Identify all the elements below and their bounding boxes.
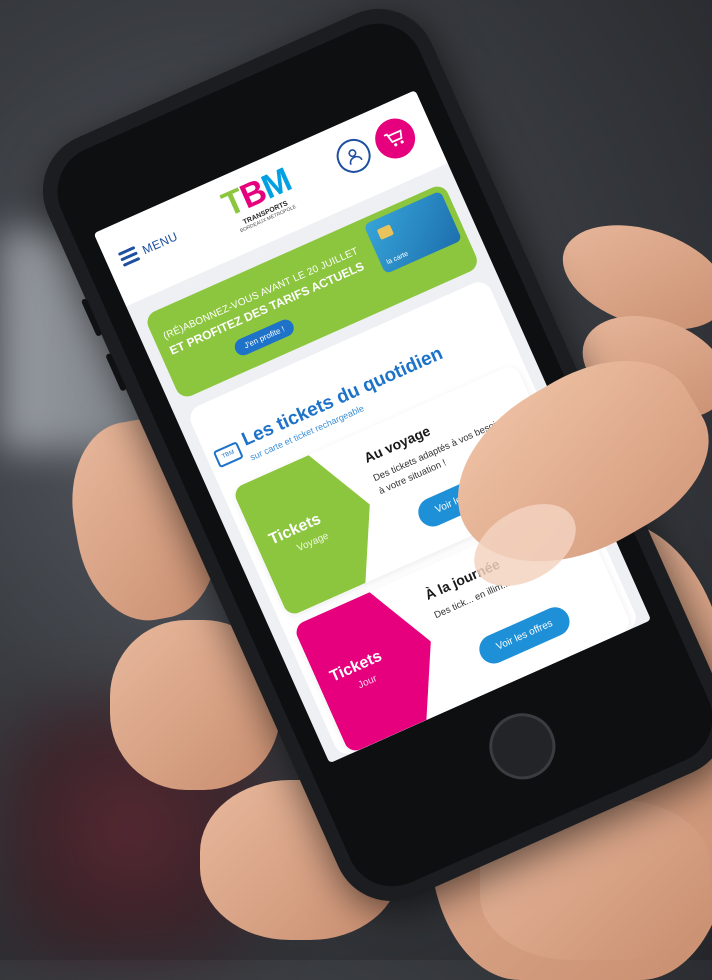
home-button[interactable] [478, 702, 566, 790]
ticket-card-icon: TBM [212, 441, 244, 469]
ticket-tag-subtitle: Jour [356, 673, 379, 692]
card-chip-icon [376, 224, 394, 240]
user-icon [348, 149, 363, 166]
cart-icon [383, 129, 404, 147]
menu-button[interactable]: MENU [117, 228, 180, 267]
see-offers-button[interactable]: Voir les offres [474, 602, 575, 669]
hamburger-icon [117, 245, 141, 267]
transport-card-image: la carte [363, 190, 463, 275]
card-label: la carte [385, 250, 410, 267]
menu-label: MENU [139, 228, 180, 257]
account-button[interactable] [331, 133, 377, 179]
tbm-logo[interactable]: TBM TRANSPORTS BORDEAUX MÉTROPOLE [216, 161, 301, 237]
cart-button[interactable] [368, 112, 422, 165]
